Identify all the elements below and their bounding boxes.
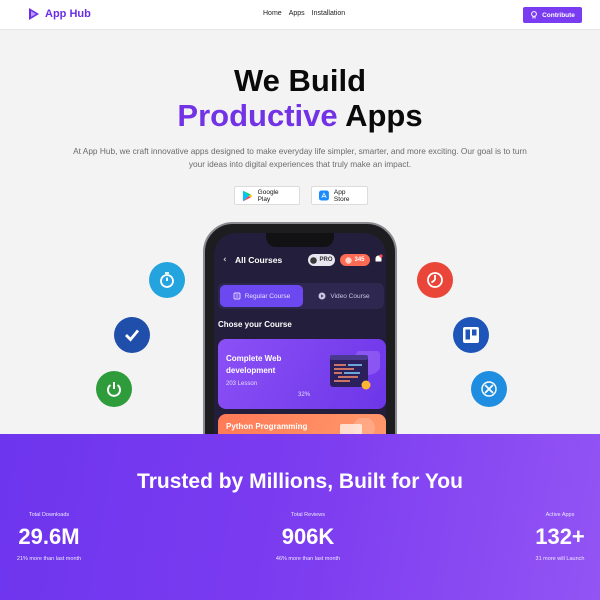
nav-link-installation[interactable]: Installation [312,10,345,17]
app-store-icon [319,190,329,201]
phone-notch [266,233,334,247]
app-store-button[interactable]: App Store [311,186,368,205]
timer-icon [149,262,185,298]
github-icon [531,11,537,19]
hero-title-line2: Productive Apps [0,98,600,134]
tools-icon [471,371,507,407]
brand-logo-link[interactable]: App Hub [28,7,91,21]
hero-title-rest: Apps [345,98,423,133]
clock-icon [417,262,453,298]
course-title: Python Programming [226,422,308,431]
course-lessons: 203 Lesson [226,381,258,387]
google-play-button[interactable]: Google Play [234,186,300,205]
google-play-icon [242,190,253,201]
course-tabs: Regular Course Video Course [218,283,384,309]
hero-title-line1: We Build [233,63,367,98]
pro-badge: PRO [308,254,335,266]
code-window-illustration [330,351,380,390]
tab-video-course[interactable]: Video Course [306,285,382,307]
nav-link-home[interactable]: Home [263,10,282,17]
stat-active-apps: Active Apps 132+ 31 more will Launch [520,512,600,562]
stat-note: 46% more than last month [275,556,341,562]
top-nav: App Hub Home Apps Installation Contribut… [0,0,600,30]
hero-subtitle: At App Hub, we craft innovative apps des… [73,146,527,169]
pro-label: PRO [319,257,333,263]
back-arrow-icon[interactable]: ‹ [223,255,227,265]
stat-label: Total Downloads [28,512,70,518]
app-store-label: App Store [333,188,350,203]
brand-name: App Hub [45,8,91,20]
tab-regular-course[interactable]: Regular Course [220,285,303,307]
stat-label: Total Reviews [291,512,325,518]
nav-link-apps[interactable]: Apps [289,10,305,17]
contribute-button[interactable]: Contribute [523,7,582,23]
course-title: Complete Web development [226,354,282,375]
book-icon [233,292,241,300]
course-card-web[interactable]: Complete Web development 203 Lesson 32% [218,339,386,409]
check-icon [114,317,150,353]
stat-value: 29.6M [18,524,80,549]
coin-icon [345,256,353,264]
stat-value: 132+ [535,524,585,549]
stats-section: Trusted by Millions, Built for You Total… [0,434,600,600]
crown-icon [310,256,318,264]
contribute-label: Contribute [542,11,575,19]
points-badge: 345 [340,254,370,266]
section-title: Chose your Course [218,320,292,329]
stat-downloads: Total Downloads 29.6M 21% more than last… [4,512,94,562]
google-play-label: Google Play [257,188,279,203]
app-hub-logo-icon [29,8,39,20]
hero-title-accent: Productive [177,98,338,133]
course-progress: 32% [298,392,311,398]
stat-note: 21% more than last month [16,556,82,562]
stat-note: 31 more will Launch [535,556,585,562]
notification-bell-icon[interactable] [374,254,383,264]
power-icon [96,371,132,407]
stat-label: Active Apps [545,512,575,518]
stat-value: 906K [281,524,335,549]
tab-video-label: Video Course [330,292,370,300]
stats-title: Trusted by Millions, Built for You [137,470,463,493]
tab-regular-label: Regular Course [244,292,291,300]
play-circle-icon [318,292,326,300]
points-value: 345 [354,257,365,263]
stat-reviews: Total Reviews 906K 46% more than last mo… [263,512,353,562]
screen-title: All Courses [235,255,283,265]
trello-icon [453,317,489,353]
nav-links: Home Apps Installation [263,10,345,17]
